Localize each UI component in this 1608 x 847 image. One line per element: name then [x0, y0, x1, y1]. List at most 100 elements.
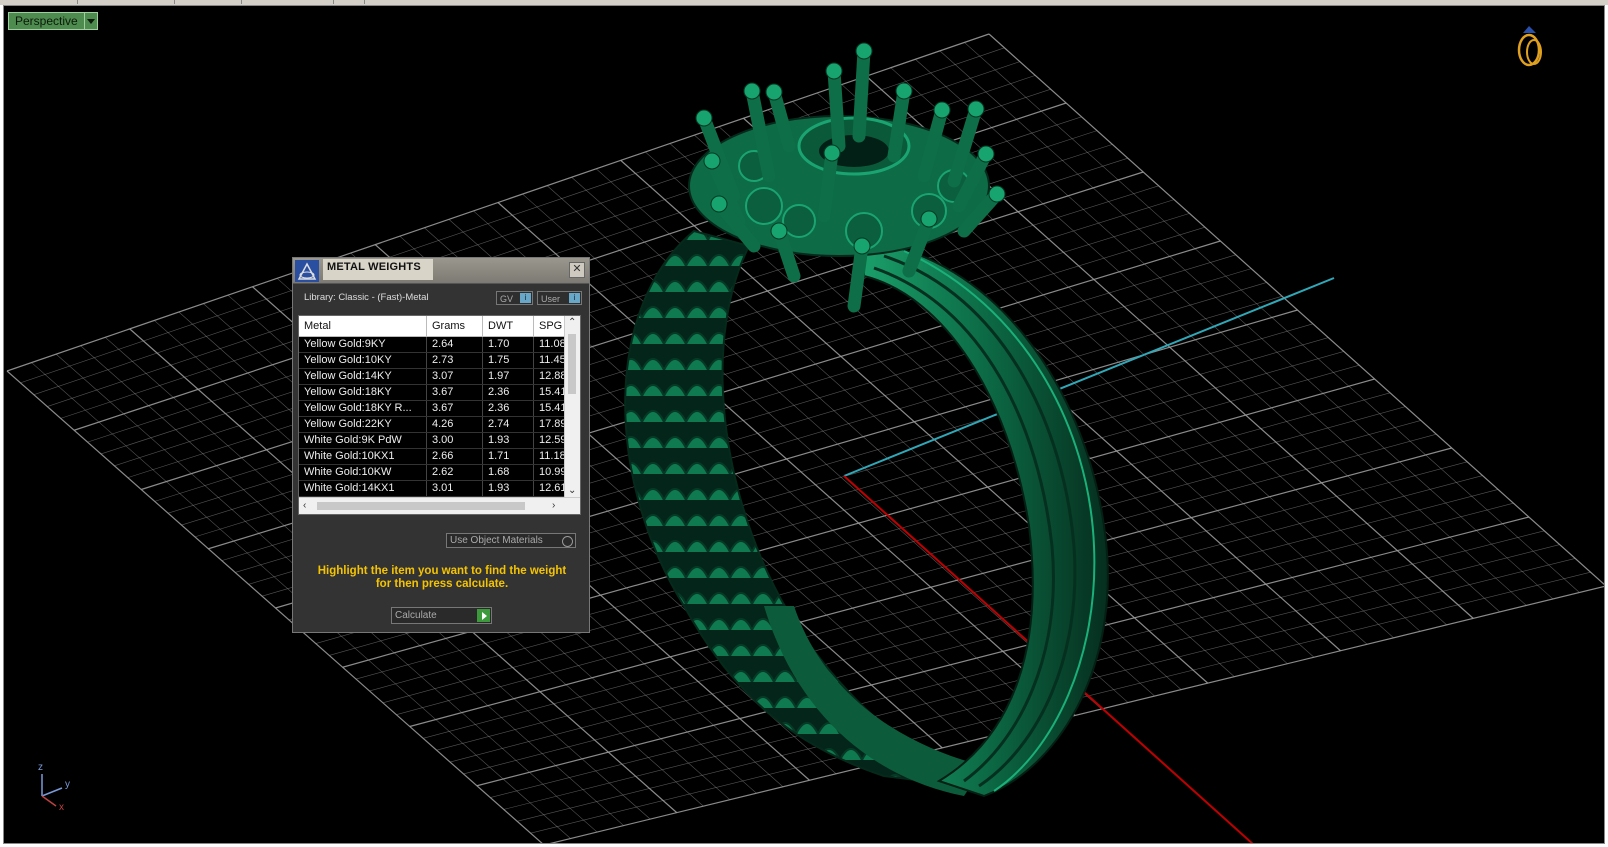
- scroll-thumb[interactable]: [317, 502, 525, 510]
- prong-tip: [977, 145, 995, 163]
- table-row[interactable]: Yellow Gold:14KY 3.07 1.97 12.88: [299, 369, 567, 385]
- metal-weights-panel[interactable]: METAL WEIGHTS ✕ Library: Classic - (Fast…: [292, 257, 590, 633]
- cell-dwt: 2.36: [483, 401, 534, 416]
- cell-metal: Yellow Gold:9KY: [299, 337, 427, 352]
- radio-icon[interactable]: [562, 536, 573, 547]
- scroll-down-icon[interactable]: ⌄: [568, 486, 576, 496]
- axis-y-label: y: [65, 779, 70, 790]
- instructions-text: Highlight the item you want to find the …: [305, 565, 579, 591]
- table-row[interactable]: White Gold:9K PdW 3.00 1.93 12.59: [299, 433, 567, 449]
- scroll-up-icon[interactable]: ⌃: [568, 318, 576, 328]
- close-icon[interactable]: ✕: [569, 262, 585, 278]
- use-object-materials-toggle[interactable]: Use Object Materials: [446, 533, 576, 548]
- instructions-line: Highlight the item you want to find the …: [317, 565, 567, 577]
- scroll-left-icon[interactable]: ‹: [303, 501, 306, 511]
- tab-segment[interactable]: [78, 0, 175, 4]
- cell-grams: 3.00: [427, 433, 483, 448]
- cell-dwt: 1.68: [483, 465, 534, 480]
- cell-spg: 10.99: [539, 466, 567, 478]
- cell-spg: 12.88: [539, 370, 567, 382]
- prong: [847, 239, 869, 313]
- viewport-scene: z y x: [6, 26, 1604, 843]
- table-row[interactable]: White Gold:10KW 2.62 1.68 10.99: [299, 465, 567, 481]
- cell-metal: White Gold:14KX1: [299, 481, 427, 496]
- scroll-right-icon[interactable]: ›: [552, 501, 555, 511]
- cell-metal: Yellow Gold:18KY R...: [299, 401, 427, 416]
- cell-metal: White Gold:10KX1: [299, 449, 427, 464]
- prong-tip: [853, 237, 871, 255]
- info-icon: i: [569, 293, 580, 303]
- ring-model[interactable]: [624, 42, 1109, 798]
- prong-tip: [823, 144, 841, 162]
- tab-segment[interactable]: [175, 0, 242, 4]
- prong: [817, 146, 839, 223]
- axis-z-label: z: [38, 762, 43, 773]
- prong-tip: [743, 82, 761, 100]
- gv-label: GV: [500, 294, 514, 304]
- cell-dwt: 1.70: [483, 337, 534, 352]
- table-row[interactable]: White Gold:10KX1 2.66 1.71 11.18: [299, 449, 567, 465]
- gv-button[interactable]: GV i: [496, 291, 533, 305]
- prong-tip: [695, 109, 713, 127]
- cell-grams: 3.67: [427, 401, 483, 416]
- prong: [827, 64, 846, 153]
- cell-spg: 15.41: [539, 402, 567, 414]
- chevron-down-icon[interactable]: [84, 12, 98, 30]
- table-row[interactable]: Yellow Gold:9KY 2.64 1.70 11.08: [299, 337, 567, 353]
- table-row[interactable]: Yellow Gold:18KY 3.67 2.36 15.41: [299, 385, 567, 401]
- vertical-scrollbar[interactable]: ⌃ ⌄: [564, 316, 580, 498]
- tab-segment[interactable]: [0, 0, 78, 4]
- cell-metal: Yellow Gold:22KY: [299, 417, 427, 432]
- cell-grams: 3.67: [427, 385, 483, 400]
- user-label: User: [541, 294, 561, 304]
- info-icon: i: [520, 293, 531, 303]
- table-row[interactable]: Yellow Gold:18KY R... 3.67 2.36 15.41: [299, 401, 567, 417]
- axis-gizmo: z y x: [38, 762, 70, 813]
- horizontal-scrollbar[interactable]: ‹ ›: [299, 497, 580, 514]
- axis-x-label: x: [59, 802, 64, 813]
- scroll-thumb[interactable]: [568, 334, 576, 394]
- cell-dwt: 1.75: [483, 353, 534, 368]
- app-logo-icon: [295, 260, 319, 282]
- play-icon[interactable]: [477, 609, 490, 622]
- table-row[interactable]: White Gold:14KX1 3.01 1.93 12.61: [299, 481, 567, 497]
- cell-grams: 3.07: [427, 369, 483, 384]
- cell-dwt: 1.97: [483, 369, 534, 384]
- column-header-grams[interactable]: Grams: [427, 316, 483, 336]
- table-row[interactable]: Yellow Gold:10KY 2.73 1.75 11.45: [299, 353, 567, 369]
- use-object-materials-label: Use Object Materials: [450, 535, 543, 546]
- cell-spg: 15.41: [539, 386, 567, 398]
- panel-title: METAL WEIGHTS: [323, 259, 433, 280]
- table-row[interactable]: Yellow Gold:22KY 4.26 2.74 17.89: [299, 417, 567, 433]
- table-header: Metal Grams DWT SPG: [299, 316, 567, 337]
- prong-tip: [770, 222, 788, 240]
- prong: [852, 44, 871, 143]
- panel-title-bar[interactable]: METAL WEIGHTS ✕: [293, 258, 589, 284]
- user-button[interactable]: User i: [537, 291, 582, 305]
- 3d-viewport[interactable]: z y x Perspective: [3, 5, 1605, 844]
- tab-segment[interactable]: [334, 0, 365, 4]
- cell-metal: White Gold:10KW: [299, 465, 427, 480]
- prong-tip: [855, 42, 873, 60]
- tab-segment[interactable]: [242, 0, 334, 4]
- prong-tip: [967, 100, 985, 118]
- calculate-button[interactable]: Calculate: [391, 607, 492, 624]
- ring-icon[interactable]: [1517, 26, 1542, 67]
- cell-spg: 11.08: [539, 338, 566, 350]
- prong-tip: [703, 152, 721, 170]
- prong-tip: [765, 83, 783, 101]
- column-header-metal[interactable]: Metal: [299, 316, 427, 336]
- cell-grams: 2.73: [427, 353, 483, 368]
- view-name[interactable]: Perspective: [8, 12, 85, 30]
- metal-table[interactable]: Metal Grams DWT SPG Yellow Gold:9KY 2.64 1…: [298, 315, 581, 515]
- library-label: Library: Classic - (Fast)-Metal: [304, 292, 429, 303]
- cell-dwt: 1.71: [483, 449, 534, 464]
- column-header-spg[interactable]: SPG: [534, 316, 567, 336]
- prong-tip: [825, 62, 843, 80]
- prong-tip: [988, 185, 1006, 203]
- cell-spg: 12.59: [539, 434, 567, 446]
- column-header-dwt[interactable]: DWT: [483, 316, 534, 336]
- view-selector[interactable]: Perspective: [8, 12, 98, 30]
- table-body: Yellow Gold:9KY 2.64 1.70 11.08 Yellow Gold:…: [299, 337, 567, 513]
- cell-metal: Yellow Gold:10KY: [299, 353, 427, 368]
